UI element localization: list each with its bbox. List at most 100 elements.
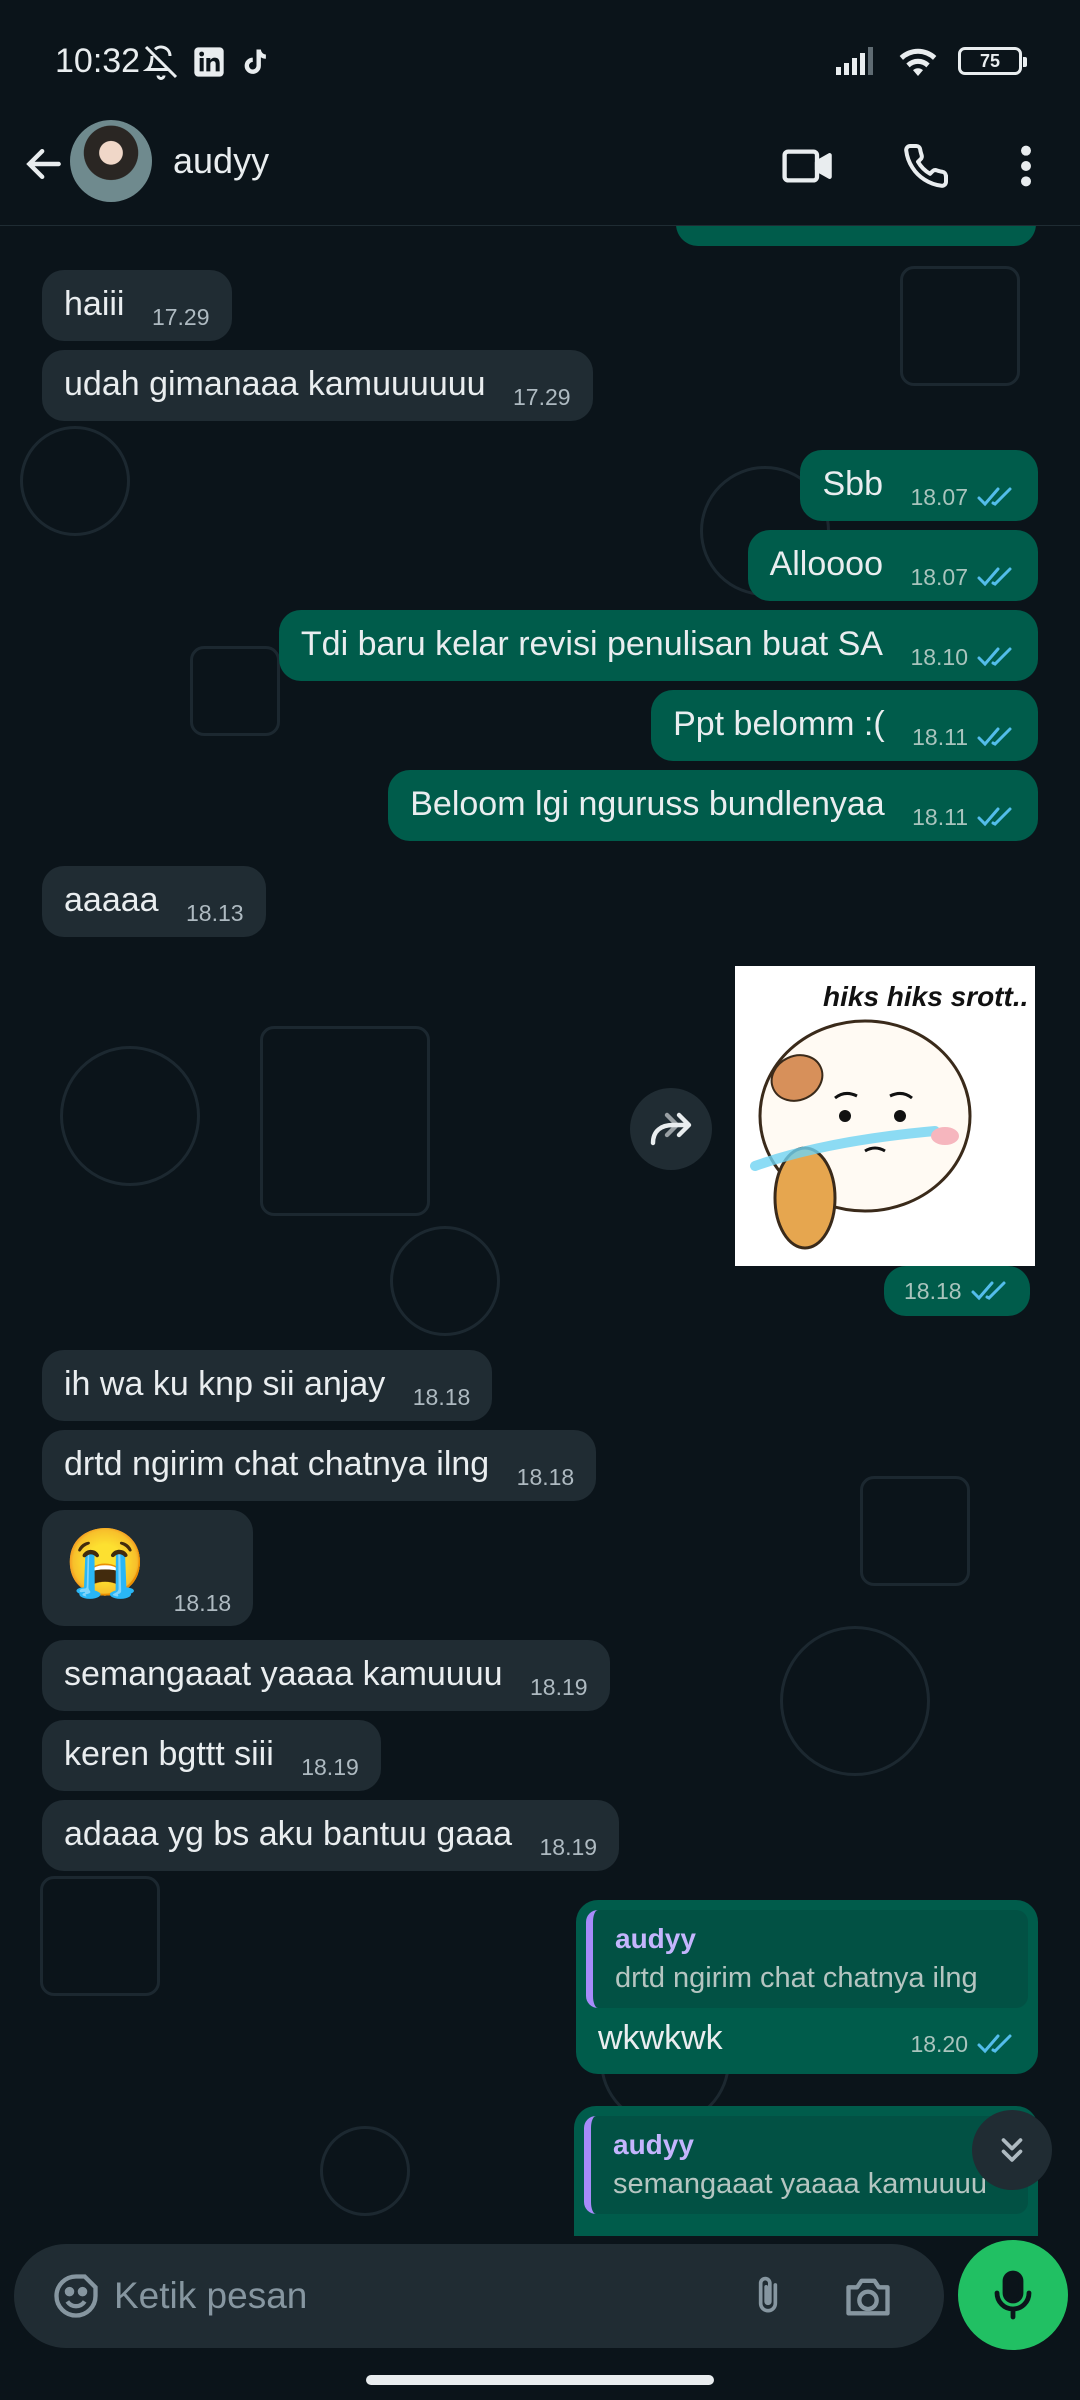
microphone-icon — [994, 2270, 1032, 2320]
message-time: 18.11 — [912, 715, 1016, 759]
quoted-sender: audyy — [613, 2129, 694, 2160]
message-bubble-incoming[interactable]: udah gimanaaa kamuuuuuu 17.29 — [42, 350, 593, 421]
chat-header: audyy — [0, 110, 1080, 226]
message-time: 18.10 — [910, 635, 1016, 679]
signal-icon — [836, 47, 873, 75]
message-time: 18.07 — [910, 555, 1016, 599]
read-receipt-icon — [977, 727, 1012, 747]
read-receipt-icon — [977, 487, 1012, 507]
message-bubble-outgoing[interactable]: Tdi baru kelar revisi penulisan buat SA … — [278, 610, 1038, 681]
video-camera-icon — [782, 149, 832, 183]
message-time: 18.18 — [516, 1464, 575, 1490]
message-bubble-outgoing[interactable]: Sbb 18.07 — [800, 450, 1038, 521]
message-emoji: 😭 — [64, 1525, 147, 1599]
quoted-message[interactable]: audyy drtd ngirim chat chatnya ilng — [586, 1910, 1028, 2008]
message-bubble-incoming[interactable]: aaaaa 18.13 — [42, 866, 266, 937]
message-time: 18.19 — [529, 1674, 588, 1700]
quoted-text: drtd ngirim chat chatnya ilng — [615, 1962, 978, 1994]
quoted-sender: audyy — [615, 1923, 696, 1954]
tiktok-icon — [244, 49, 266, 74]
sticker-image[interactable]: hiks hiks srott.. — [735, 966, 1035, 1266]
home-indicator[interactable] — [366, 2375, 714, 2385]
scroll-to-bottom-button[interactable] — [972, 2110, 1052, 2190]
status-system-icons: 75 — [836, 46, 1027, 76]
message-time: 18.20 — [910, 2022, 1016, 2066]
message-text: adaaa yg bs aku bantuu gaaa — [64, 1815, 513, 1853]
message-bubble-incoming[interactable]: keren bgttt siii 18.19 — [42, 1720, 381, 1791]
message-time: 18.13 — [186, 900, 244, 926]
quoted-message[interactable]: audyy semangaaat yaaaa kamuuuu — [584, 2116, 1028, 2214]
sticker-caption: hiks hiks srott.. — [823, 981, 1028, 1012]
double-chevron-down-icon — [1001, 2138, 1023, 2162]
message-text: wkwkwk — [598, 2019, 723, 2057]
message-time: 18.11 — [912, 795, 1016, 839]
status-bar: 10:32 75 — [0, 0, 1080, 120]
message-input-container[interactable] — [14, 2244, 944, 2348]
voice-call-button[interactable] — [894, 134, 958, 198]
message-text: Ppt belomm :( — [673, 705, 885, 743]
avatar[interactable] — [70, 120, 152, 202]
message-time: 18.18 — [412, 1384, 471, 1410]
status-time: 10:32 — [55, 42, 141, 80]
sticker-emoji-button[interactable] — [44, 2264, 108, 2328]
message-text: semangaaat yaaaa kamuuuu — [64, 1655, 503, 1693]
video-call-button[interactable] — [776, 134, 840, 198]
read-receipt-icon — [977, 647, 1012, 667]
message-text: ih wa ku knp sii anjay — [64, 1365, 386, 1403]
message-time: 17.29 — [151, 304, 210, 330]
read-receipt-icon — [977, 567, 1012, 587]
forward-arrow-icon — [650, 1112, 692, 1146]
sticker-smiley-icon — [54, 2274, 98, 2318]
message-bubble-outgoing[interactable]: Beloom lgi nguruss bundlenyaa 18.11 — [388, 770, 1038, 841]
message-bubble-incoming[interactable]: semangaaat yaaaa kamuuuu 18.19 — [42, 1640, 610, 1711]
wifi-icon — [899, 48, 937, 76]
quoted-text: semangaaat yaaaa kamuuuu — [613, 2168, 988, 2200]
voice-record-button[interactable] — [958, 2240, 1068, 2350]
message-bubble-incoming[interactable]: 😭 18.18 — [42, 1510, 254, 1626]
message-bubble-incoming[interactable]: adaaa yg bs aku bantuu gaaa 18.19 — [42, 1800, 620, 1871]
message-time: 18.19 — [539, 1834, 598, 1860]
message-text: keren bgttt siii — [64, 1735, 274, 1773]
read-receipt-icon — [977, 2034, 1012, 2054]
message-text: Alloooo — [769, 545, 883, 583]
more-options-button[interactable] — [994, 134, 1058, 198]
contact-name[interactable]: audyy — [173, 140, 269, 182]
message-text: drtd ngirim chat chatnya ilng — [64, 1445, 490, 1483]
message-bubble-partial[interactable] — [676, 226, 1036, 246]
camera-button[interactable] — [836, 2264, 900, 2328]
message-time: 17.29 — [513, 384, 571, 410]
kebab-menu-icon — [1021, 145, 1031, 187]
sticker-meta: 18.18 — [884, 1266, 1030, 1316]
reply-message-bubble[interactable]: audyy drtd ngirim chat chatnya ilng wkwk… — [576, 1900, 1038, 2074]
message-bubble-outgoing[interactable]: Ppt belomm :( 18.11 — [651, 690, 1038, 761]
message-text: Tdi baru kelar revisi penulisan buat SA — [300, 625, 883, 663]
message-bubble-outgoing[interactable]: Alloooo 18.07 — [747, 530, 1038, 601]
mute-bell-icon — [143, 45, 178, 80]
message-bubble-incoming[interactable]: drtd ngirim chat chatnya ilng 18.18 — [42, 1430, 597, 1501]
paperclip-icon — [758, 2276, 778, 2313]
battery-level: 75 — [979, 50, 1001, 71]
message-bubble-incoming[interactable]: ih wa ku knp sii anjay 18.18 — [42, 1350, 493, 1421]
message-text: udah gimanaaa kamuuuuuu — [64, 365, 486, 403]
phone-icon — [904, 143, 949, 188]
status-notification-icons — [143, 44, 269, 80]
camera-icon — [846, 2278, 890, 2316]
read-receipt-icon — [971, 1281, 1006, 1301]
message-text: Sbb — [822, 465, 883, 503]
reply-message-bubble[interactable]: audyy semangaaat yaaaa kamuuuu — [574, 2106, 1038, 2236]
linkedin-icon — [194, 47, 224, 77]
attach-button[interactable] — [736, 2264, 800, 2328]
arrow-left-icon — [26, 148, 61, 180]
battery-indicator: 75 — [958, 47, 1027, 75]
chat-messages-area[interactable]: haiii 17.29 udah gimanaaa kamuuuuuu 17.2… — [0, 226, 1080, 2236]
crying-character-sticker: hiks hiks srott.. — [750, 981, 1028, 1250]
message-bubble-incoming[interactable]: haiii 17.29 — [42, 270, 232, 341]
message-time: 18.19 — [301, 1754, 359, 1780]
message-input[interactable] — [114, 2266, 734, 2326]
forward-button[interactable] — [630, 1088, 712, 1170]
message-text: haiii — [64, 285, 125, 323]
message-text: Beloom lgi nguruss bundlenyaa — [410, 785, 885, 823]
read-receipt-icon — [977, 807, 1012, 827]
back-button[interactable] — [14, 134, 74, 194]
sticker-time: 18.18 — [904, 1277, 962, 1304]
